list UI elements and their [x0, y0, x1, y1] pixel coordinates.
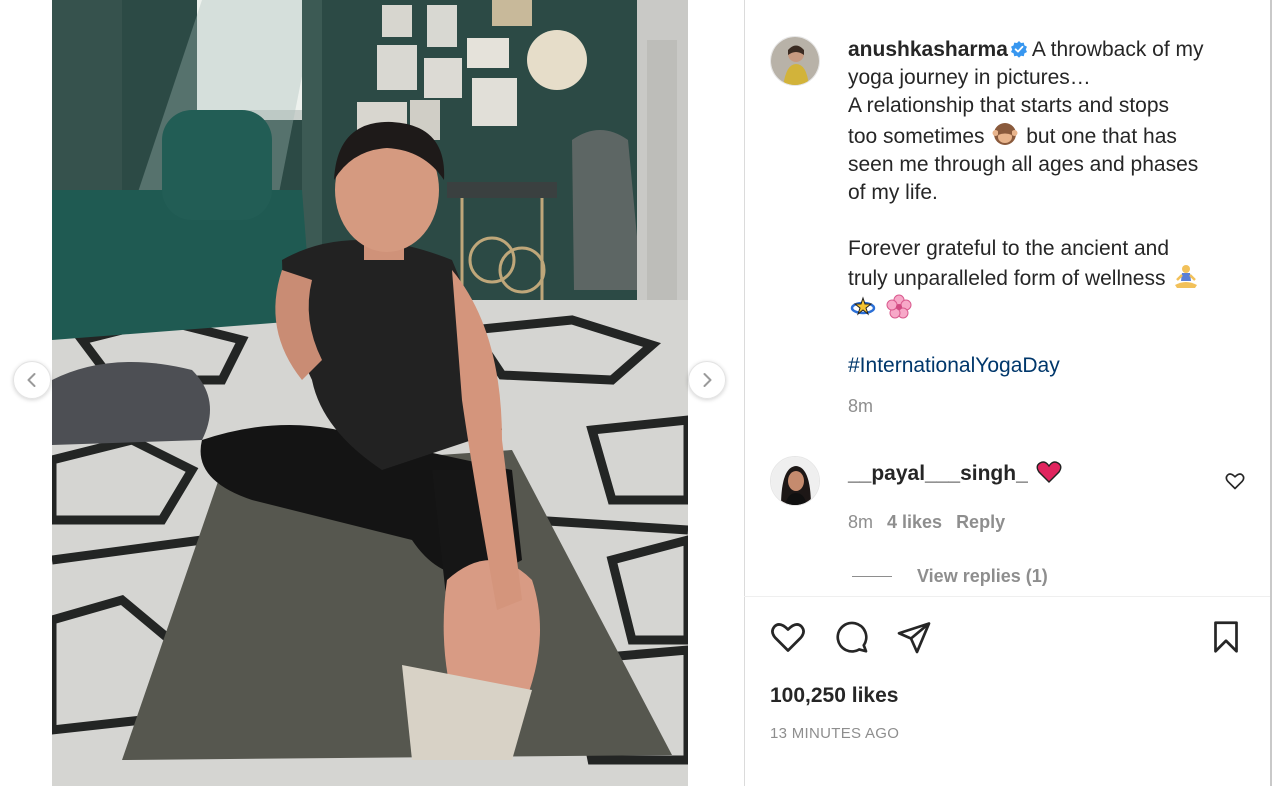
post-caption: anushkasharma A throwback of my yoga jour… [848, 36, 1243, 380]
post-photo[interactable] [52, 0, 688, 786]
bookmark-icon [1214, 621, 1238, 653]
commenter-avatar-image [771, 457, 819, 505]
paper-plane-icon [897, 622, 931, 654]
yoga-photo-illustration [52, 0, 688, 786]
see-no-evil-monkey-emoji-icon [992, 122, 1018, 145]
comment-like-button[interactable] [1225, 471, 1245, 496]
save-button[interactable] [1207, 619, 1245, 660]
dizzy-star-emoji-icon [850, 296, 876, 316]
heart-outline-icon [1225, 473, 1245, 490]
verified-badge-icon [1010, 41, 1027, 58]
caption-line-9: truly unparalleled form of wellness [848, 267, 1166, 291]
caption-line-1: A throwback of my [1031, 38, 1204, 61]
caption-line-7: of my life. [848, 181, 938, 205]
next-photo-button[interactable] [688, 361, 726, 399]
caption-line-5: but one that has [1026, 124, 1177, 148]
author-username[interactable]: anushkasharma [848, 38, 1008, 61]
caption-line-8: Forever grateful to the ancient and [848, 237, 1170, 261]
caption-line-2: yoga journey in pictures… [848, 66, 1091, 90]
comment-reply-button[interactable]: Reply [956, 512, 1005, 533]
speech-bubble-icon [836, 621, 868, 653]
hashtag-link[interactable]: #InternationalYogaDay [848, 354, 1060, 377]
commenter-username[interactable]: __payal___singh_ [848, 462, 1028, 485]
comment-timestamp[interactable]: 8m [848, 512, 873, 533]
caption-line-4: too sometimes [848, 124, 985, 148]
chevron-left-icon [27, 373, 36, 387]
comment-button[interactable] [832, 619, 870, 660]
comment-row: __payal___singh_ [848, 460, 1064, 486]
view-replies-button[interactable]: View replies (1) [852, 566, 1048, 587]
caption-line-6: seen me through all ages and phases [848, 152, 1199, 176]
caption-spacer-2 [848, 324, 1243, 352]
share-button[interactable] [895, 619, 933, 660]
caption-timestamp[interactable]: 8m [848, 396, 873, 417]
person-in-lotus-position-emoji-icon [1175, 265, 1198, 289]
author-avatar[interactable] [770, 36, 820, 86]
replies-divider-line [852, 576, 892, 577]
comment-likes-count[interactable]: 4 likes [887, 512, 942, 533]
commenter-avatar[interactable] [770, 456, 820, 506]
view-replies-label: View replies (1) [917, 566, 1048, 586]
comment-meta: 8m 4 likes Reply [848, 512, 1005, 533]
red-heart-emoji-icon [1036, 461, 1062, 483]
like-button[interactable] [769, 619, 807, 660]
author-avatar-image [771, 37, 819, 85]
actions-divider [744, 596, 1270, 597]
chevron-right-icon [703, 373, 712, 387]
post-likes-count[interactable]: 100,250 likes [770, 684, 898, 708]
caption-line-3: A relationship that starts and stops [848, 94, 1170, 118]
post-viewer: anushkasharma A throwback of my yoga jour… [0, 0, 1272, 786]
previous-photo-button[interactable] [13, 361, 51, 399]
cherry-blossom-emoji-icon [886, 294, 912, 319]
heart-outline-icon [771, 623, 805, 652]
post-timestamp[interactable]: 13 MINUTES AGO [770, 725, 899, 742]
